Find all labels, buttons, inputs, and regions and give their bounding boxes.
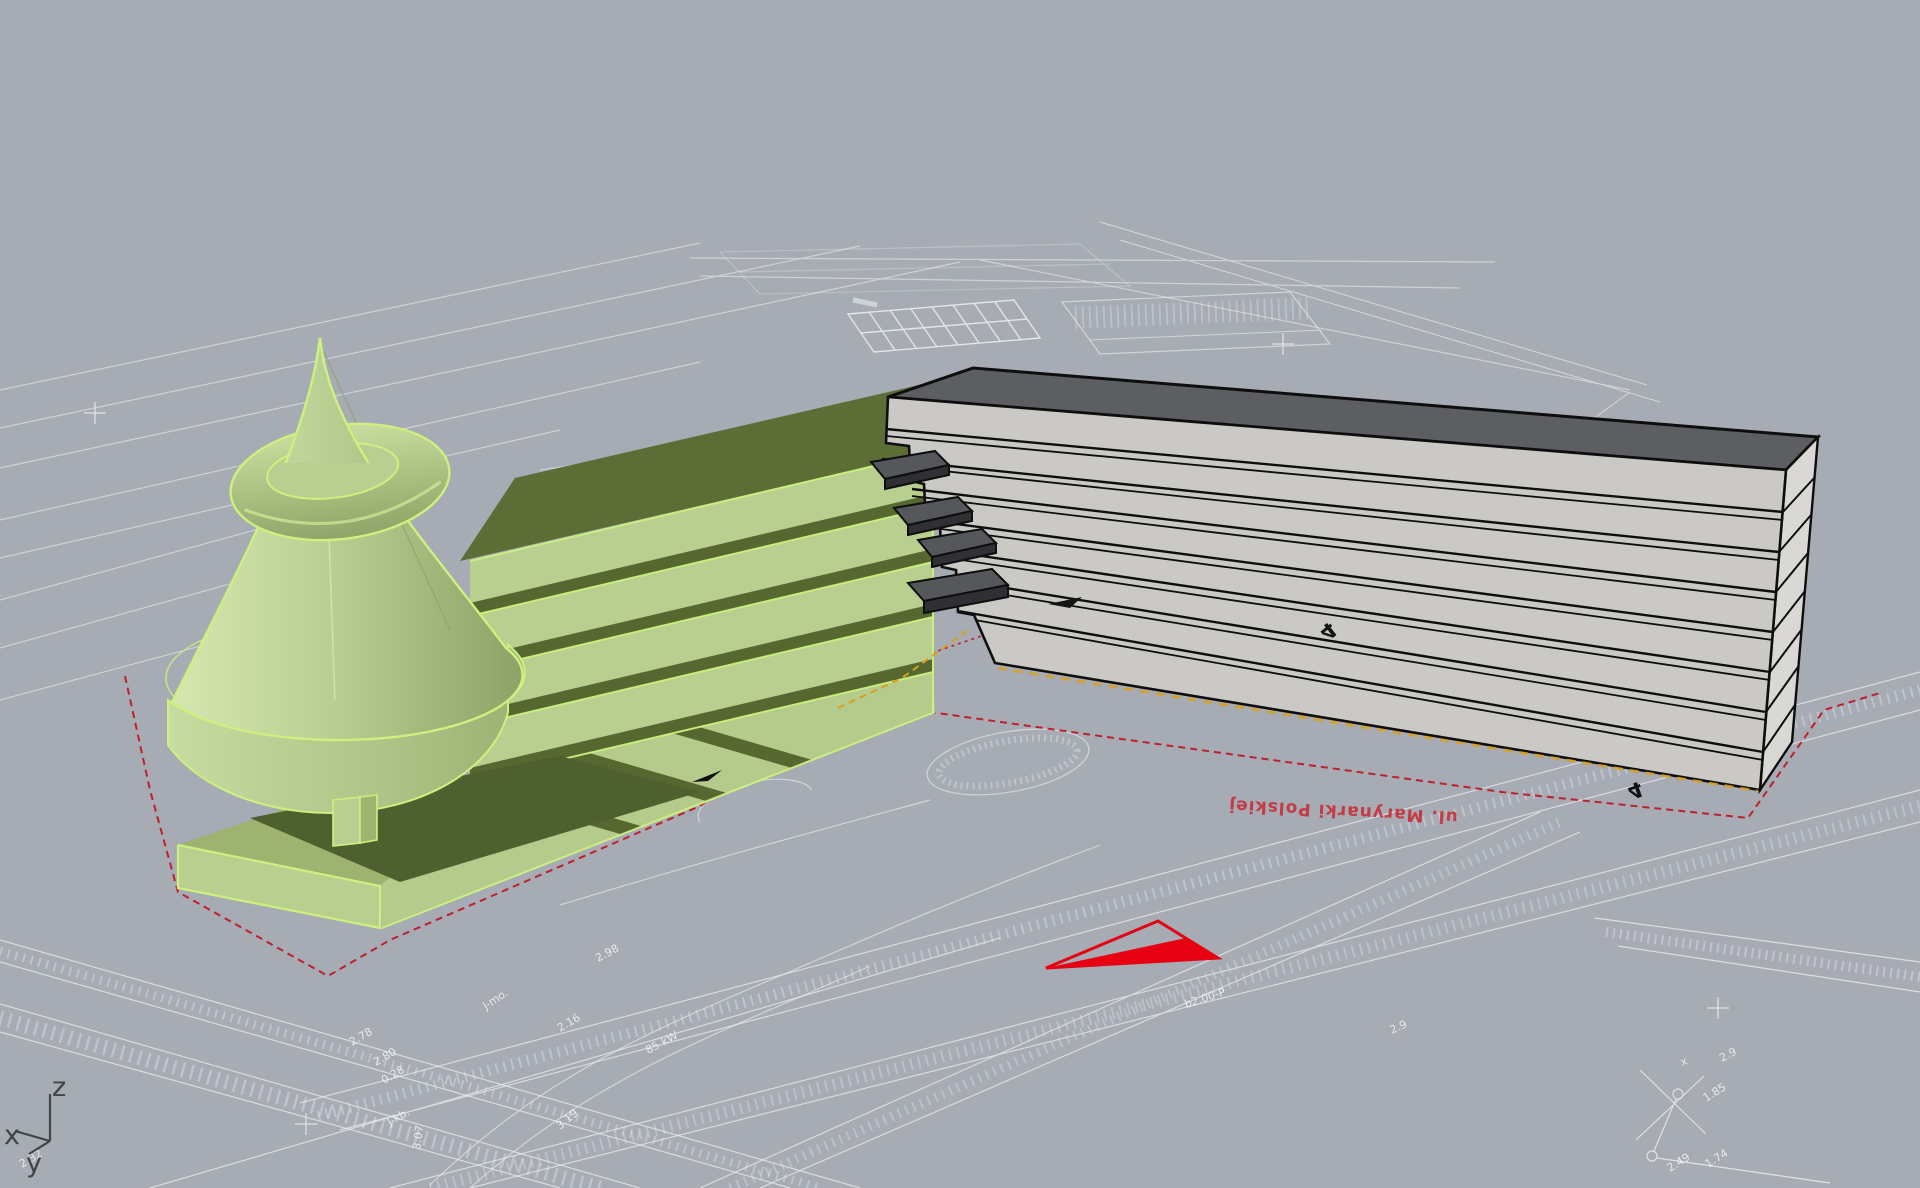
viewport-canvas[interactable]: 4 4 ul. Marynarki Polskiej 2.782.800.282… — [0, 0, 1920, 1188]
rhino-viewport[interactable]: 4 4 ul. Marynarki Polskiej 2.782.800.282… — [0, 0, 1920, 1188]
axis-y-label: y — [26, 1148, 42, 1179]
axis-x-label: x — [4, 1120, 20, 1151]
drum-entrance-box — [333, 795, 377, 846]
axis-z-label: z — [52, 1072, 66, 1103]
